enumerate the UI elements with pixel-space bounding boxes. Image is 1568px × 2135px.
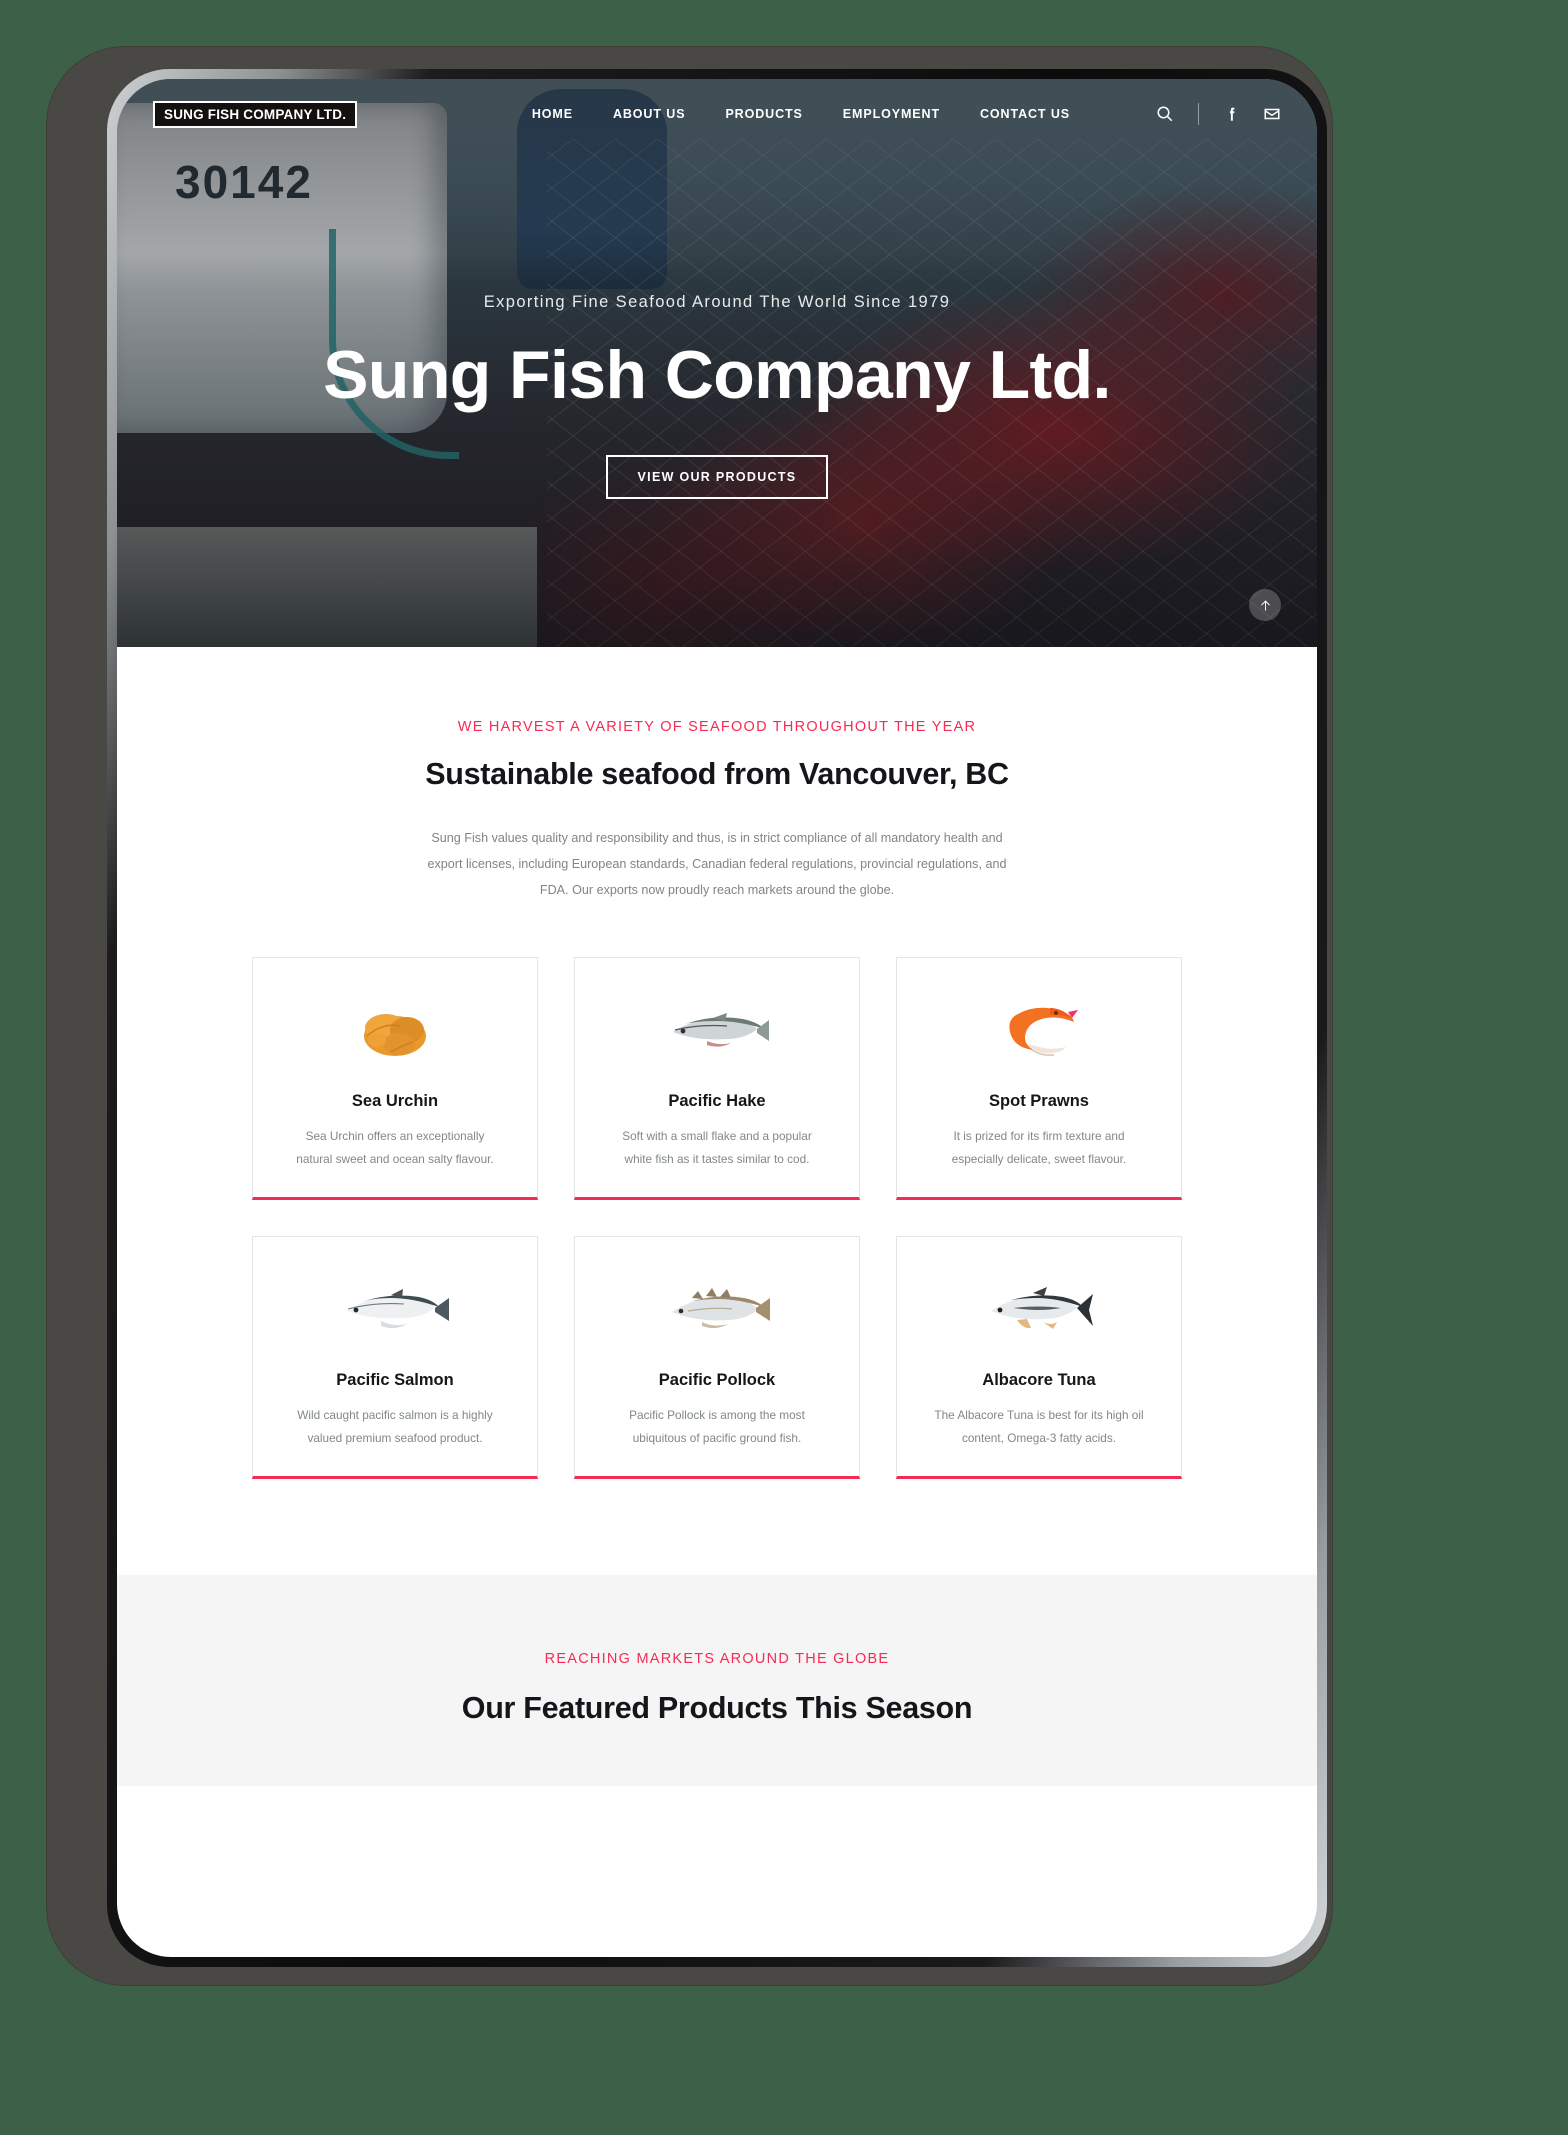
spot-prawn-icon xyxy=(998,988,1080,1074)
products-eyebrow: WE HARVEST A VARIETY OF SEAFOOD THROUGHO… xyxy=(457,719,977,735)
product-card-description: Soft with a small flake and a popular wh… xyxy=(622,1129,812,1167)
hero-eyebrow: Exporting Fine Seafood Around The World … xyxy=(483,293,951,311)
pacific-hake-icon xyxy=(663,988,771,1074)
product-card-title: Sea Urchin xyxy=(351,1092,439,1111)
sea-urchin-icon xyxy=(353,988,437,1074)
product-card-title: Spot Prawns xyxy=(989,1092,1089,1111)
envelope-icon[interactable] xyxy=(1263,105,1281,123)
nav-divider xyxy=(1198,103,1199,125)
product-card-grid: Sea Urchin Sea Urchin offers an exceptio… xyxy=(117,957,1317,1575)
nav-link-products[interactable]: PRODUCTS xyxy=(725,107,802,121)
pacific-pollock-icon xyxy=(662,1267,772,1353)
product-card[interactable]: Pacific Hake Soft with a small flake and… xyxy=(574,957,860,1201)
tablet-device-frame: 30142 SUNG FISH COMPANY LTD. HOME ABOUT … xyxy=(47,47,1332,1985)
main-navigation: SUNG FISH COMPANY LTD. HOME ABOUT US PRO… xyxy=(117,79,1317,149)
hero-title: Sung Fish Company Ltd. xyxy=(323,337,1111,413)
device-screen: 30142 SUNG FISH COMPANY LTD. HOME ABOUT … xyxy=(117,79,1317,1957)
facebook-icon[interactable] xyxy=(1223,105,1241,123)
nav-link-home[interactable]: HOME xyxy=(532,107,573,121)
featured-section-title: Our Featured Products This Season xyxy=(461,1691,973,1726)
view-our-products-button[interactable]: VIEW OUR PRODUCTS xyxy=(605,454,829,499)
nav-links: HOME ABOUT US PRODUCTS EMPLOYMENT CONTAC… xyxy=(532,103,1281,125)
product-card-title: Pacific Pollock xyxy=(658,1371,776,1390)
pacific-salmon-icon xyxy=(339,1267,451,1353)
product-card-title: Pacific Hake xyxy=(668,1092,766,1111)
product-card[interactable]: Albacore Tuna The Albacore Tuna is best … xyxy=(896,1236,1182,1480)
product-card[interactable]: Pacific Salmon Wild caught pacific salmo… xyxy=(252,1236,538,1480)
product-card[interactable]: Sea Urchin Sea Urchin offers an exceptio… xyxy=(252,957,538,1201)
product-card-title: Pacific Salmon xyxy=(336,1371,454,1390)
arrow-up-icon xyxy=(1260,599,1270,610)
nav-link-employment[interactable]: EMPLOYMENT xyxy=(843,107,940,121)
site-logo[interactable]: SUNG FISH COMPANY LTD. xyxy=(153,100,358,128)
product-card[interactable]: Pacific Pollock Pacific Pollock is among… xyxy=(574,1236,860,1480)
product-card-title: Albacore Tuna xyxy=(982,1371,1096,1390)
products-section: WE HARVEST A VARIETY OF SEAFOOD THROUGHO… xyxy=(117,647,1317,1576)
nav-link-about-us[interactable]: ABOUT US xyxy=(613,107,685,121)
product-card-description: It is prized for its firm texture and es… xyxy=(951,1129,1127,1167)
hero-copy: Exporting Fine Seafood Around The World … xyxy=(117,293,1317,499)
scroll-to-top-button[interactable] xyxy=(1249,589,1281,621)
products-section-title: Sustainable seafood from Vancouver, BC xyxy=(425,757,1009,791)
featured-products-section: REACHING MARKETS AROUND THE GLOBE Our Fe… xyxy=(117,1575,1317,1787)
albacore-tuna-icon xyxy=(983,1267,1095,1353)
products-intro-paragraph: Sung Fish values quality and responsibil… xyxy=(427,831,1007,897)
product-card-description: Pacific Pollock is among the most ubiqui… xyxy=(629,1408,805,1446)
featured-eyebrow: REACHING MARKETS AROUND THE GLOBE xyxy=(544,1651,890,1668)
product-card-description: The Albacore Tuna is best for its high o… xyxy=(934,1408,1144,1446)
product-card-description: Sea Urchin offers an exceptionally natur… xyxy=(296,1129,494,1167)
hero-section: 30142 SUNG FISH COMPANY LTD. HOME ABOUT … xyxy=(117,79,1317,647)
search-icon[interactable] xyxy=(1156,105,1174,123)
nav-link-contact-us[interactable]: CONTACT US xyxy=(980,107,1070,121)
product-card-description: Wild caught pacific salmon is a highly v… xyxy=(297,1408,493,1446)
nav-tools xyxy=(1156,103,1281,125)
product-card[interactable]: Spot Prawns It is prized for its firm te… xyxy=(896,957,1182,1201)
